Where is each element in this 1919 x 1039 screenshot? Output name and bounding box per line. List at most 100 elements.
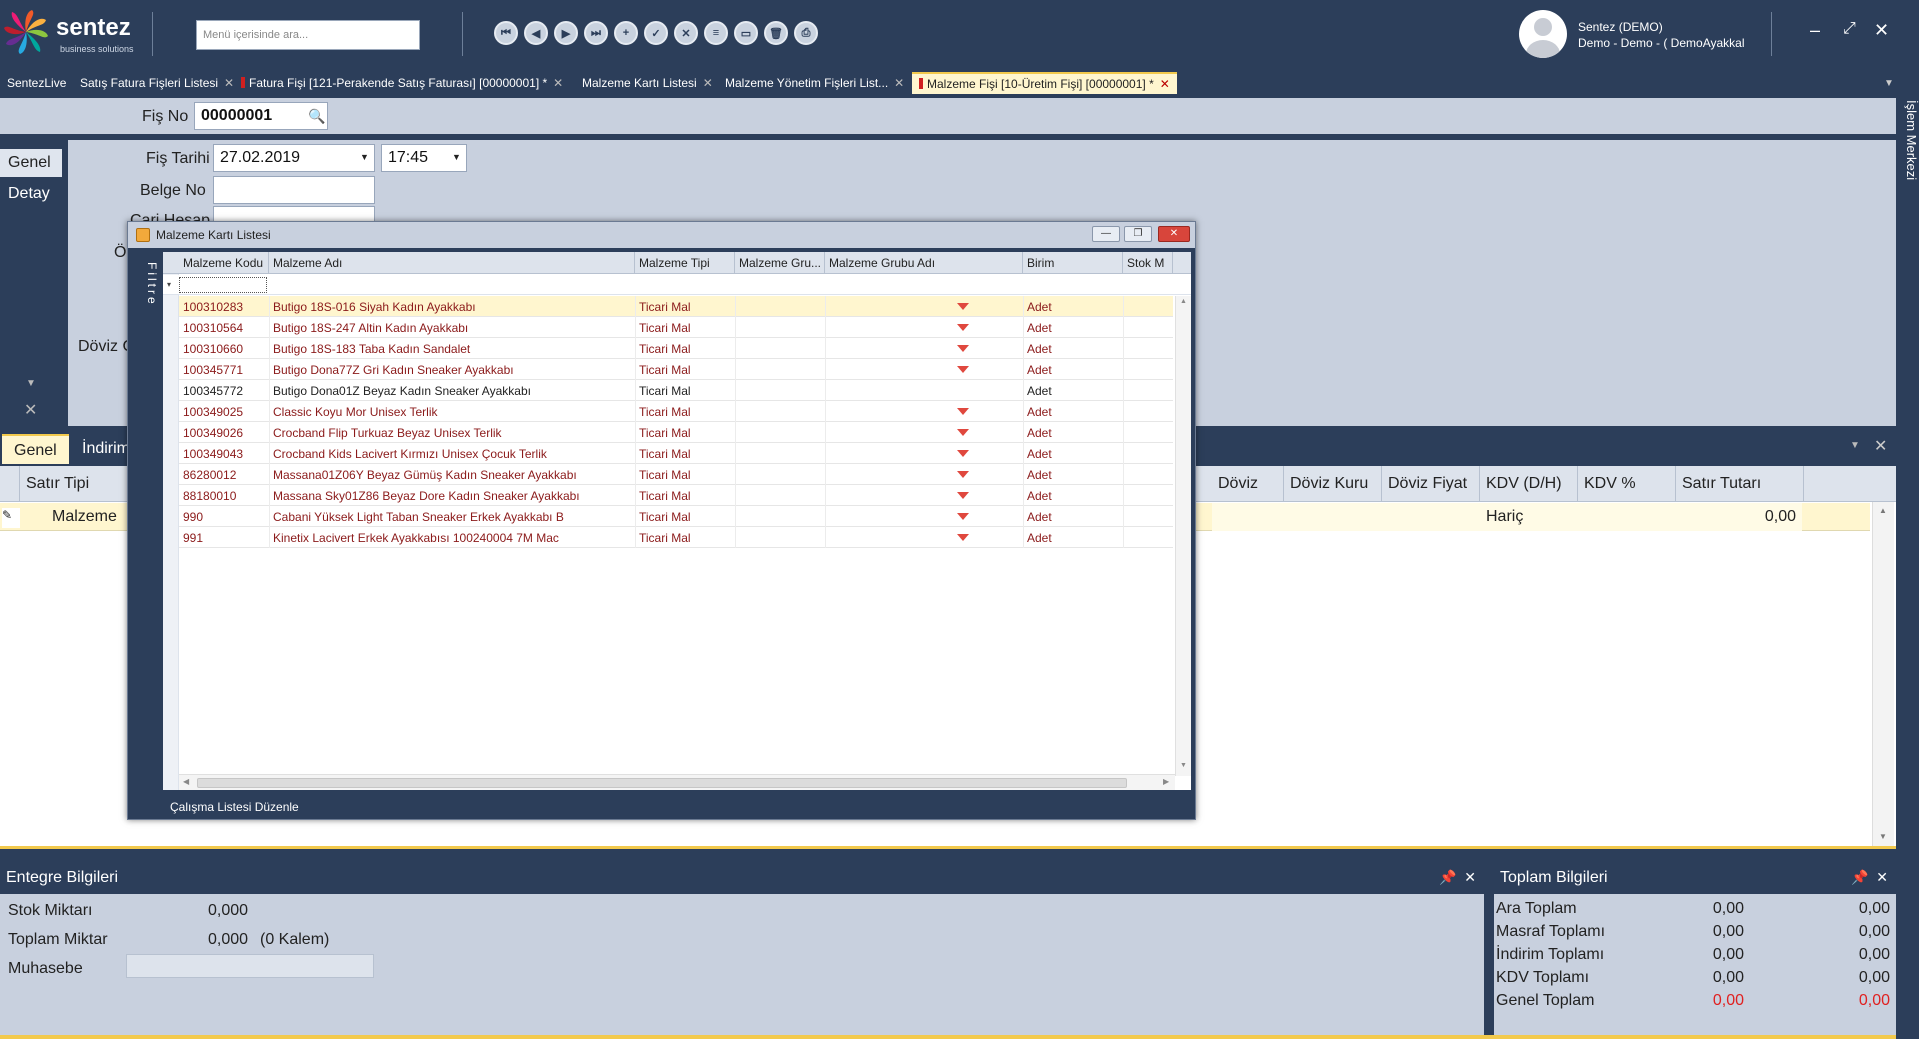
list-item[interactable]: 100345772 Butigo Dona01Z Beyaz Kadın Snea… xyxy=(179,380,1173,401)
leftnav-genel[interactable]: Genel xyxy=(0,149,62,177)
scroll-up-icon[interactable]: ▲ xyxy=(1879,506,1887,515)
calisma-listesi-duzenle-link[interactable]: Çalışma Listesi Düzenle xyxy=(170,800,299,814)
col-malzeme-grubu[interactable]: Malzeme Gru... xyxy=(735,252,825,274)
list-horizontal-scrollbar[interactable]: ◀ ▶ xyxy=(179,774,1175,790)
save-record-button[interactable]: ✓ xyxy=(644,21,668,45)
dialog-close-icon[interactable]: ✕ xyxy=(1158,226,1190,242)
dialog-titlebar[interactable]: Malzeme Kartı Listesi — ❐ ✕ xyxy=(128,222,1195,248)
close-icon[interactable]: ✕ xyxy=(1876,869,1888,885)
belge-no-input[interactable] xyxy=(213,176,375,204)
pin-icon[interactable]: 📌 xyxy=(1851,869,1868,885)
minimize-icon[interactable]: – xyxy=(1810,20,1820,41)
maximize-icon[interactable]: ⤢ xyxy=(1843,20,1856,38)
list-item[interactable]: 100349043 Crocband Kids Lacivert Kırmızı … xyxy=(179,443,1173,464)
dialog-restore-icon[interactable]: ❐ xyxy=(1124,226,1152,242)
scroll-right-icon[interactable]: ▶ xyxy=(1163,777,1169,786)
chevron-down-icon[interactable]: ▼ xyxy=(1850,440,1860,451)
tab-malzeme-karti-listesi[interactable]: Malzeme Kartı Listesi ✕ xyxy=(575,72,720,94)
tab-satis-fatura-listesi[interactable]: Satış Fatura Fişleri Listesi ✕ xyxy=(73,72,241,94)
scroll-down-icon[interactable]: ▼ xyxy=(1879,832,1887,841)
col-doviz[interactable]: Döviz xyxy=(1212,466,1284,502)
menu-search-input[interactable]: Menü içerisinde ara... xyxy=(196,20,420,50)
dialog-minimize-icon[interactable]: — xyxy=(1092,226,1120,242)
time-dropdown-icon[interactable]: ▼ xyxy=(452,152,461,162)
last-record-button[interactable]: ⏭ xyxy=(584,21,608,45)
close-icon[interactable]: ✕ xyxy=(1874,436,1887,456)
tab-close-icon[interactable]: ✕ xyxy=(894,76,904,90)
cell-kdv-dh[interactable]: Hariç xyxy=(1480,503,1529,531)
col-doviz-fiyat[interactable]: Döviz Fiyat xyxy=(1382,466,1480,502)
first-record-button[interactable]: ⏮ xyxy=(494,21,518,45)
cell-divider xyxy=(269,422,270,443)
tab-malzeme-fisi[interactable]: Malzeme Fişi [10-Üretim Fişi] [00000001]… xyxy=(912,72,1177,94)
col-malzeme-grubu-adi[interactable]: Malzeme Grubu Adı xyxy=(825,252,1023,274)
date-dropdown-icon[interactable]: ▼ xyxy=(360,152,369,162)
tab-malzeme-yonetim-listesi[interactable]: Malzeme Yönetim Fişleri List... ✕ xyxy=(718,72,911,94)
sentez-logo[interactable]: sentez business solutions xyxy=(4,8,154,62)
cari-hesap-input[interactable] xyxy=(213,206,375,222)
tab-sentezlive[interactable]: SentezLive xyxy=(0,72,73,94)
tab-close-icon[interactable]: ✕ xyxy=(703,76,713,90)
cell-divider xyxy=(825,380,826,401)
cell-satir-tutari[interactable]: 0,00 xyxy=(1676,503,1804,531)
col-malzeme-kodu[interactable]: Malzeme Kodu xyxy=(179,252,269,274)
col-kdv-yuzde[interactable]: KDV % xyxy=(1578,466,1676,502)
close-icon[interactable]: ✕ xyxy=(1874,20,1889,41)
grid-scrollbar[interactable]: ▲ ▼ xyxy=(1872,502,1894,846)
next-record-button[interactable]: ▶ xyxy=(554,21,578,45)
islem-merkezi-panel[interactable]: İşlem Merkezi xyxy=(1897,100,1919,220)
col-doviz-kuru[interactable]: Döviz Kuru xyxy=(1284,466,1382,502)
search-icon[interactable]: 🔍 xyxy=(308,108,325,125)
col-malzeme-adi[interactable]: Malzeme Adı xyxy=(269,252,635,274)
tab-label: Satış Fatura Fişleri Listesi xyxy=(80,76,219,90)
list-button[interactable]: ≡ xyxy=(704,21,728,45)
cell-satir-tipi[interactable]: Malzeme xyxy=(46,503,123,531)
tab-fatura-fisi[interactable]: Fatura Fişi [121-Perakende Satış Faturas… xyxy=(234,72,570,94)
pin-icon[interactable]: 📌 xyxy=(1439,869,1456,885)
tab-close-icon[interactable]: ✕ xyxy=(1160,77,1170,91)
leftnav-detay[interactable]: Detay xyxy=(0,180,62,208)
close-icon[interactable]: ✕ xyxy=(1464,869,1476,885)
list-item[interactable]: 100310564 Butigo 18S-247 Altin Kadın Ayak… xyxy=(179,317,1173,338)
col-malzeme-tipi[interactable]: Malzeme Tipi xyxy=(635,252,735,274)
chevron-down-icon[interactable]: ▼ xyxy=(26,378,36,389)
list-item[interactable]: 100349025 Classic Koyu Mor Unisex Terlik T… xyxy=(179,401,1173,422)
list-item[interactable]: 100349026 Crocband Flip Turkuaz Beyaz Uni… xyxy=(179,422,1173,443)
list-item[interactable]: 100310660 Butigo 18S-183 Taba Kadın Sanda… xyxy=(179,338,1173,359)
add-record-button[interactable]: + xyxy=(614,21,638,45)
list-item[interactable]: 100310283 Butigo 18S-016 Siyah Kadın Ayak… xyxy=(179,296,1173,317)
col-satir-tipi[interactable]: Satır Tipi xyxy=(20,466,130,502)
tab-overflow-icon[interactable]: ▼ xyxy=(1884,78,1894,89)
col-satir-tutari[interactable]: Satır Tutarı xyxy=(1676,466,1804,502)
cell-divider xyxy=(825,506,826,527)
prev-record-button[interactable]: ◀ xyxy=(524,21,548,45)
scroll-up-icon[interactable]: ▲ xyxy=(1180,298,1187,305)
filter-cell-input[interactable] xyxy=(179,277,267,293)
list-item[interactable]: 86280012 Massana01Z06Y Beyaz Gümüş Kadın … xyxy=(179,464,1173,485)
fis-tarihi-input[interactable]: 27.02.2019 xyxy=(213,144,375,172)
print-button[interactable]: ⎙ xyxy=(794,21,818,45)
cell-kod: 100345771 xyxy=(183,363,244,377)
list-vertical-scrollbar[interactable]: ▲ ▼ xyxy=(1175,296,1191,776)
list-item[interactable]: 88180010 Massana Sky01Z86 Beyaz Dore Kadı… xyxy=(179,485,1173,506)
filter-panel-toggle[interactable]: Filtre xyxy=(133,252,159,790)
cancel-record-button[interactable]: ✕ xyxy=(674,21,698,45)
scroll-down-icon[interactable]: ▼ xyxy=(1180,762,1187,769)
preview-button[interactable]: ▭ xyxy=(734,21,758,45)
tab-genel[interactable]: Genel xyxy=(2,434,69,464)
col-birim[interactable]: Birim xyxy=(1023,252,1123,274)
scroll-left-icon[interactable]: ◀ xyxy=(183,777,189,786)
list-item[interactable]: 100345771 Butigo Dona77Z Gri Kadın Sneake… xyxy=(179,359,1173,380)
scroll-thumb[interactable] xyxy=(197,778,1127,788)
col-kdv-dh[interactable]: KDV (D/H) xyxy=(1480,466,1578,502)
col-stok[interactable]: Stok M xyxy=(1123,252,1173,274)
close-icon[interactable]: ✕ xyxy=(24,400,37,420)
delete-record-button[interactable]: 🗑 xyxy=(764,21,788,45)
list-item[interactable]: 991 Kinetix Lacivert Erkek Ayakkabısı 100… xyxy=(179,527,1173,548)
tab-close-icon[interactable]: ✕ xyxy=(224,76,234,90)
user-avatar[interactable] xyxy=(1519,10,1567,58)
muhasebe-field[interactable] xyxy=(126,954,374,978)
user-company: Demo - Demo - ( DemoAyakkal xyxy=(1578,36,1745,50)
tab-close-icon[interactable]: ✕ xyxy=(553,76,563,90)
list-item[interactable]: 990 Cabani Yüksek Light Taban Sneaker Erk… xyxy=(179,506,1173,527)
